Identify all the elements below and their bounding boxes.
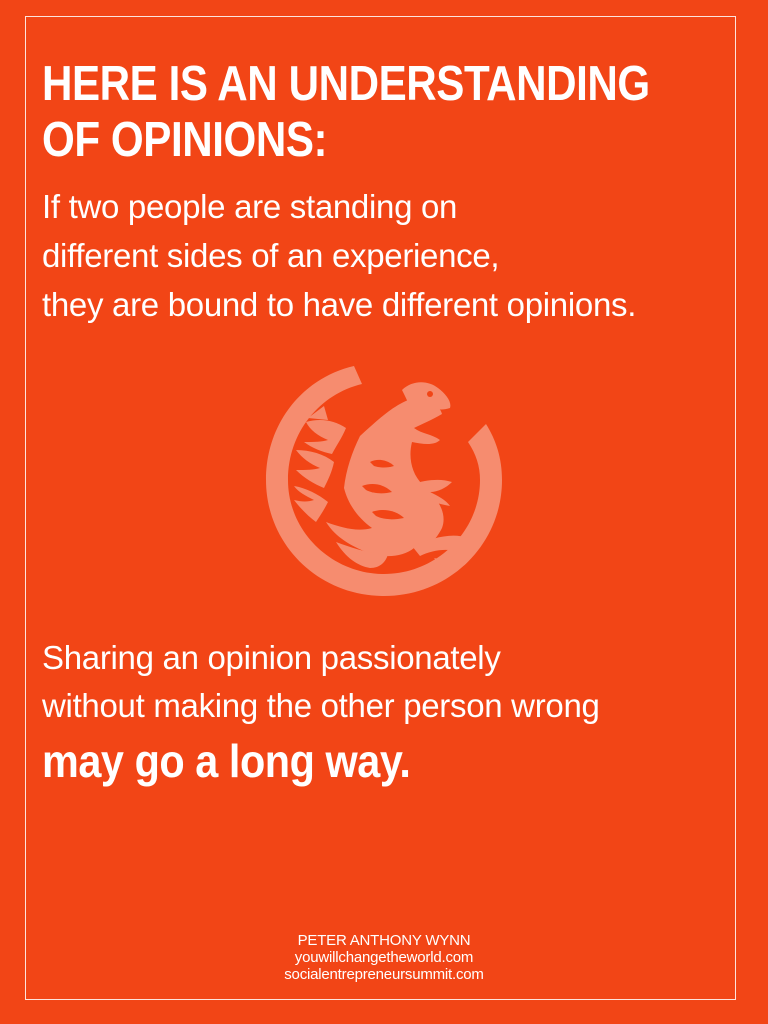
- closing-text: Sharing an opinion passionately without …: [42, 634, 600, 792]
- closing-line-2: without making the other person wrong: [42, 687, 600, 724]
- headline-line-1: HERE IS AN UNDERSTANDING: [42, 57, 650, 111]
- closing-emphasis: may go a long way.: [42, 735, 411, 787]
- author-name: PETER ANTHONY WYNN: [297, 932, 471, 949]
- credits: PETER ANTHONY WYNN youwillchangetheworld…: [0, 932, 768, 983]
- intro-line-2: different sides of an experience,: [42, 237, 500, 274]
- website-link-2: socialentrepreneursummit.com: [284, 966, 484, 983]
- intro-line-1: If two people are standing on: [42, 188, 458, 225]
- intro-line-3: they are bound to have different opinion…: [42, 286, 637, 323]
- headline-line-2: OF OPINIONS:: [42, 113, 328, 167]
- closing-line-1: Sharing an opinion passionately: [42, 639, 501, 676]
- intro-text: If two people are standing on different …: [42, 182, 636, 329]
- griffin-emblem-icon: [266, 366, 502, 596]
- website-link-1: youwillchangetheworld.com: [294, 949, 474, 966]
- headline: HERE IS AN UNDERSTANDING OF OPINIONS:: [42, 56, 650, 168]
